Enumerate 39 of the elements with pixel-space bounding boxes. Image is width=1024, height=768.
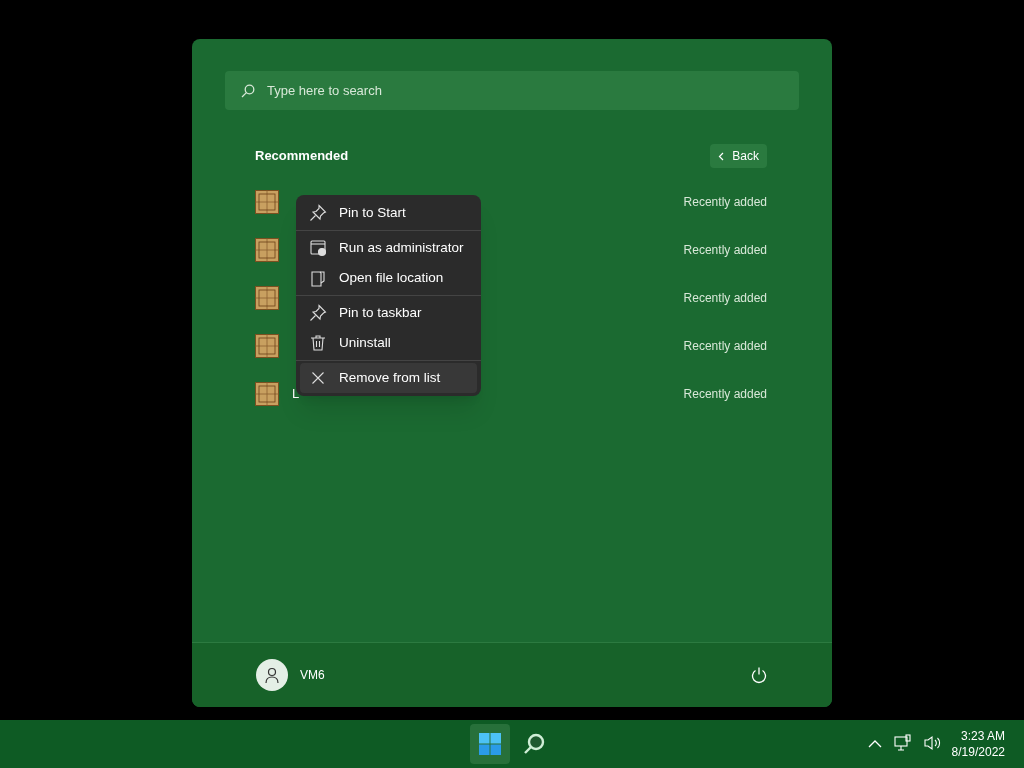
clock-date[interactable]: 8/19/2022: [951, 744, 1005, 760]
item-status: Recently added: [683, 338, 767, 355]
menu-item[interactable]: Remove from list: [300, 363, 477, 393]
app-icon: [255, 382, 279, 406]
item-status: Recently added: [683, 290, 767, 307]
start-button[interactable]: [470, 724, 510, 764]
app-icon: [255, 334, 279, 358]
chevron-up-icon[interactable]: [868, 738, 882, 748]
item-status: Recently added: [683, 386, 767, 403]
windows-logo-icon: [478, 732, 502, 756]
close-icon: [311, 371, 325, 385]
chevron-left-icon: [718, 151, 725, 161]
user-name[interactable]: VM6: [300, 666, 325, 684]
app-name[interactable]: L: [292, 384, 300, 404]
menu-item[interactable]: Run as administrator: [300, 233, 477, 263]
speaker-icon[interactable]: [924, 735, 942, 751]
clock-time[interactable]: 3:23 AM: [960, 728, 1005, 744]
search-icon: [241, 84, 255, 98]
network-icon[interactable]: [894, 734, 912, 752]
menu-item[interactable]: Pin to Start: [300, 198, 477, 228]
app-icon: [255, 286, 279, 310]
power-icon[interactable]: [750, 666, 768, 684]
user-avatar-icon[interactable]: [256, 659, 288, 691]
section-title: Recommended: [255, 147, 349, 166]
back-button[interactable]: Back: [710, 144, 767, 168]
search-icon[interactable]: [522, 732, 546, 756]
item-status: Recently added: [683, 194, 767, 211]
menu-item[interactable]: Pin to taskbar: [300, 298, 477, 328]
menu-item[interactable]: Open file location: [300, 263, 477, 293]
pin-icon: [309, 304, 327, 322]
menu-item[interactable]: Uninstall: [300, 328, 477, 358]
file-icon: [309, 269, 327, 287]
item-status: Recently added: [683, 242, 767, 259]
app-icon: [255, 190, 279, 214]
trash-icon: [309, 334, 327, 352]
window-shield-icon: [309, 239, 327, 257]
pin-icon: [309, 204, 327, 222]
app-icon: [255, 238, 279, 262]
search-field[interactable]: Type here to search: [225, 71, 799, 110]
